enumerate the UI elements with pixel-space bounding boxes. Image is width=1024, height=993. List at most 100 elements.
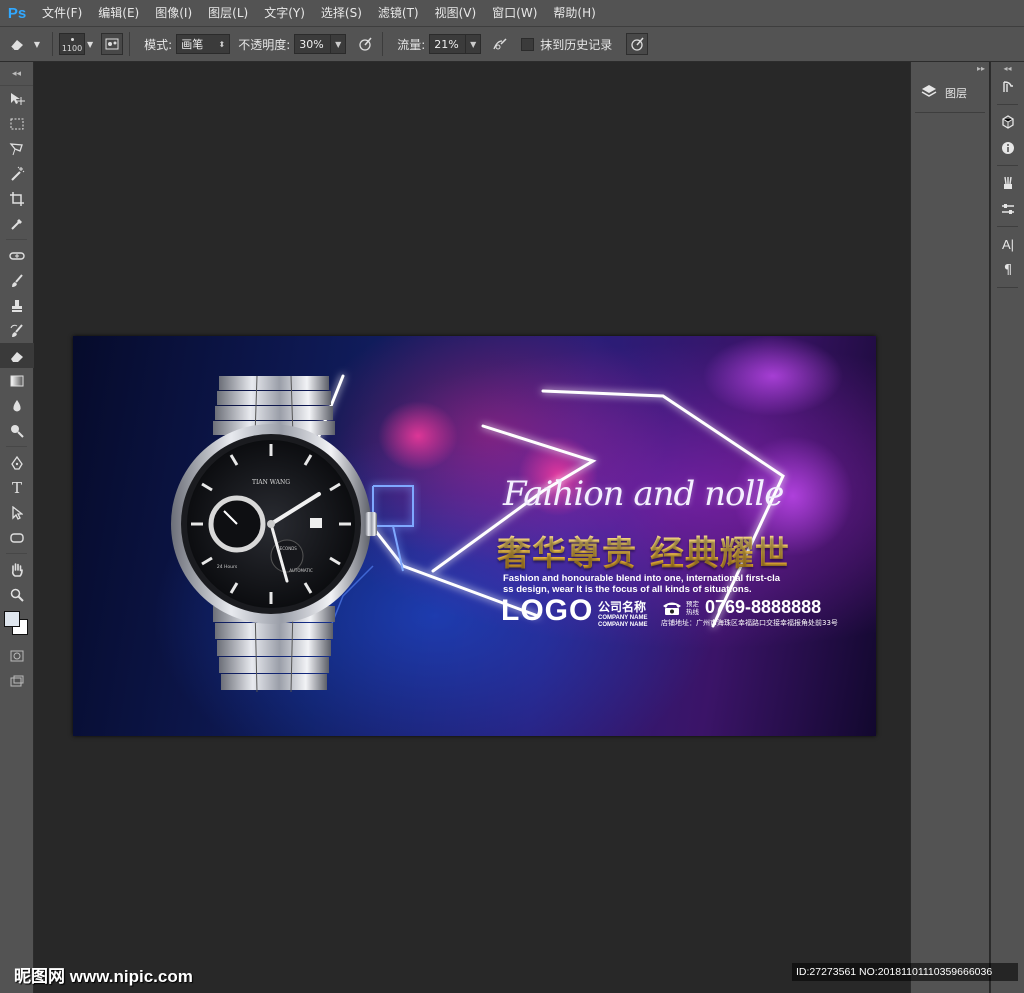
company-name-block: 公司名称 COMPANY NAME COMPANY NAME (598, 598, 647, 629)
path-selection-tool-icon[interactable] (0, 500, 34, 525)
menu-select[interactable]: 选择(S) (313, 0, 370, 26)
divider (997, 226, 1018, 227)
divider (52, 32, 53, 56)
brush-size-value: 1100 (61, 44, 83, 53)
chevron-down-icon: ▼ (33, 39, 41, 49)
zoom-tool-icon[interactable] (0, 582, 34, 607)
pressure-opacity-button[interactable] (354, 33, 376, 55)
brush-presets-icon[interactable] (991, 170, 1024, 196)
company-name-en-1: COMPANY NAME (598, 615, 648, 621)
chevron-down-icon: ▼ (330, 35, 341, 53)
screen-mode-icon[interactable] (0, 668, 34, 693)
english-description: Fashion and honourable blend into one, i… (503, 573, 855, 595)
brush-dot-icon (70, 38, 74, 41)
lasso-tool-icon[interactable] (0, 136, 34, 161)
brush-chevron-icon[interactable]: ▼ (87, 40, 93, 49)
panel-dock: ▸▸ 图层 (910, 62, 989, 993)
menu-filter[interactable]: 滤镜(T) (370, 0, 427, 26)
shape-tool-icon[interactable] (0, 525, 34, 550)
tool-preset-picker[interactable]: ▼ (0, 26, 46, 62)
toolbox: ◂◂ T (0, 62, 34, 993)
menu-edit[interactable]: 编辑(E) (90, 0, 147, 26)
photoshop-window: Ps 文件(F) 编辑(E) 图像(I) 图层(L) 文字(Y) 选择(S) 滤… (0, 0, 1024, 993)
store-address: 店铺地址：广州市海珠区幸福路口交接幸福报角处前33号 (661, 619, 838, 627)
nipic-watermark: 昵图网 www.nipic.com (14, 967, 193, 986)
brush-panel-icon (105, 38, 119, 50)
history-panel-icon[interactable] (991, 74, 1024, 100)
menu-layer[interactable]: 图层(L) (200, 0, 256, 26)
divider (382, 32, 384, 56)
canvas-workspace[interactable]: TIAN WANG 24 Hours SECONDS AUTOMATIC Fai… (35, 62, 910, 993)
healing-brush-tool-icon[interactable] (0, 243, 34, 268)
collapse-icon-strip-icon[interactable]: ◂◂ (991, 62, 1024, 74)
adjustments-icon[interactable] (991, 196, 1024, 222)
history-brush-tool-icon[interactable] (0, 318, 34, 343)
clone-stamp-tool-icon[interactable] (0, 293, 34, 318)
brush-tool-icon[interactable] (0, 268, 34, 293)
pen-pressure-size-icon (631, 37, 644, 51)
pressure-size-button[interactable] (626, 33, 649, 55)
collapse-toolbox-icon[interactable]: ◂◂ (0, 62, 33, 86)
brush-panel-toggle[interactable] (101, 33, 124, 55)
hotline-label-2: 热线 (686, 608, 699, 616)
crop-tool-icon[interactable] (0, 186, 34, 211)
menu-help[interactable]: 帮助(H) (545, 0, 603, 26)
menu-type[interactable]: 文字(Y) (256, 0, 313, 26)
opacity-value: 30% (299, 37, 324, 51)
airbrush-button[interactable] (489, 33, 511, 55)
document-canvas[interactable]: TIAN WANG 24 Hours SECONDS AUTOMATIC Fai… (73, 336, 876, 736)
3d-panel-icon[interactable] (991, 109, 1024, 135)
watch-brand-text: TIAN WANG (252, 479, 290, 486)
hotline-label-1: 预定 (686, 600, 699, 608)
logo-text: LOGO (501, 594, 594, 627)
info-panel-icon[interactable] (991, 135, 1024, 161)
dodge-tool-icon[interactable] (0, 418, 34, 443)
erase-to-history-checkbox[interactable] (521, 37, 535, 51)
divider (997, 287, 1018, 288)
mode-select[interactable]: 画笔 ⬍ (176, 34, 231, 54)
eraser-icon (6, 33, 28, 55)
character-panel-icon[interactable]: A| (991, 231, 1024, 257)
menu-bar: Ps 文件(F) 编辑(E) 图像(I) 图层(L) 文字(Y) 选择(S) 滤… (0, 0, 1024, 26)
watch-image: TIAN WANG 24 Hours SECONDS AUTOMATIC (171, 376, 377, 693)
opacity-field[interactable]: 30% ▼ (294, 34, 347, 54)
opacity-label: 不透明度: (238, 37, 291, 52)
flow-field[interactable]: 21% ▼ (429, 34, 482, 54)
flow-label: 流量: (397, 37, 426, 52)
flow-value: 21% (434, 37, 459, 51)
collapse-panels-icon[interactable]: ▸▸ (911, 62, 989, 74)
type-tool-icon[interactable]: T (0, 475, 34, 500)
panel-icon-strip: ◂◂ A| ¶ (990, 62, 1024, 993)
watch-24h-text: 24 Hours (217, 564, 238, 570)
move-tool-icon[interactable] (0, 86, 34, 111)
quick-mask-icon[interactable] (0, 643, 34, 668)
layers-icon (921, 84, 937, 102)
pen-tool-icon[interactable] (0, 450, 34, 475)
divider (6, 236, 27, 240)
brush-size-picker[interactable]: 1100 (59, 33, 85, 55)
eraser-tool-icon[interactable] (0, 343, 34, 368)
english-line-1: Fashion and honourable blend into one, i… (503, 573, 781, 584)
image-id-watermark: ID:27273561 NO:20181101110359666036 (792, 963, 1018, 981)
chevron-down-icon: ▼ (465, 35, 476, 53)
hand-tool-icon[interactable] (0, 557, 34, 582)
blur-tool-icon[interactable] (0, 393, 34, 418)
layers-panel-tab[interactable]: 图层 (915, 80, 985, 106)
menu-image[interactable]: 图像(I) (147, 0, 200, 26)
menu-window[interactable]: 窗口(W) (484, 0, 545, 26)
layers-tab-label: 图层 (945, 87, 967, 100)
marquee-tool-icon[interactable] (0, 111, 34, 136)
color-swatches[interactable] (0, 607, 34, 643)
erase-to-history-label: 抹到历史记录 (540, 37, 613, 52)
paragraph-panel-icon[interactable]: ¶ (991, 257, 1024, 283)
mode-value: 画笔 (181, 38, 204, 51)
updown-icon: ⬍ (218, 39, 226, 49)
menu-file[interactable]: 文件(F) (34, 0, 90, 26)
script-slogan: Faihion and nolle (503, 474, 784, 514)
magic-wand-tool-icon[interactable] (0, 161, 34, 186)
gradient-tool-icon[interactable] (0, 368, 34, 393)
menu-view[interactable]: 视图(V) (427, 0, 485, 26)
foreground-color-swatch[interactable] (4, 611, 20, 627)
eyedropper-tool-icon[interactable] (0, 211, 34, 236)
ps-logo: Ps (7, 4, 27, 22)
